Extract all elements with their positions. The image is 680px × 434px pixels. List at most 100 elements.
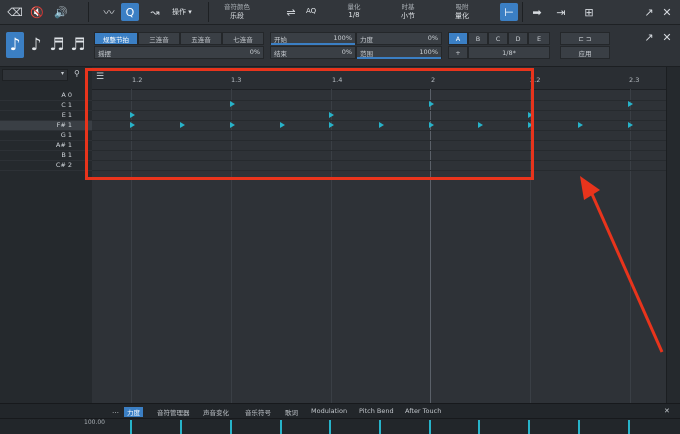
tab-pitch-bend[interactable]: Pitch Bend xyxy=(356,407,397,417)
key-row[interactable]: E 1 xyxy=(0,111,92,121)
tab-note-manager[interactable]: 音符管理器 xyxy=(154,407,193,417)
close-icon[interactable]: ✕ xyxy=(664,407,670,415)
preset-c-button[interactable]: C xyxy=(488,32,508,45)
note-color-select[interactable]: 乐段 xyxy=(216,11,258,21)
midi-note[interactable] xyxy=(429,122,434,128)
type-triplet-button[interactable]: 三连音 xyxy=(138,32,180,45)
velocity-bar[interactable] xyxy=(628,420,630,434)
midi-note[interactable] xyxy=(628,101,633,107)
type-quintuplet-button[interactable]: 五连音 xyxy=(180,32,222,45)
velocity-bar[interactable] xyxy=(429,420,431,434)
timebase-select[interactable]: 小节 xyxy=(393,11,423,21)
add-preset-button[interactable]: + xyxy=(448,46,468,59)
tab-sound-variation[interactable]: 声音变化 xyxy=(200,407,232,417)
key-row[interactable]: F# 1 xyxy=(0,121,92,131)
ruler-tick: 2.3 xyxy=(629,76,640,84)
tab-after-touch[interactable]: After Touch xyxy=(402,407,444,417)
note-sixteenth-icon[interactable]: ♬ xyxy=(48,32,66,58)
tab-music-symbol[interactable]: 音乐符号 xyxy=(242,407,274,417)
preset-b-button[interactable]: B xyxy=(468,32,488,45)
waveform-icon[interactable]: 〰 xyxy=(99,3,119,21)
grid-line xyxy=(131,89,132,403)
preset-d-button[interactable]: D xyxy=(508,32,528,45)
velocity-bar[interactable] xyxy=(329,420,331,434)
bend-icon[interactable]: ↝ xyxy=(146,3,164,21)
key-row[interactable]: C 1 xyxy=(0,101,92,111)
midi-note[interactable] xyxy=(329,112,334,118)
key-row[interactable]: G 1 xyxy=(0,131,92,141)
more-icon[interactable]: … xyxy=(112,407,119,415)
vertical-scrollbar[interactable] xyxy=(666,67,680,403)
midi-note[interactable] xyxy=(429,101,434,107)
grid-line xyxy=(430,89,431,403)
midi-note[interactable] xyxy=(478,122,483,128)
key-row[interactable]: B 1 xyxy=(0,151,92,161)
midi-note[interactable] xyxy=(230,122,235,128)
list-icon[interactable]: ☰ xyxy=(96,72,104,82)
key-row[interactable]: C# 2 xyxy=(0,161,92,171)
preset-a-button[interactable]: A xyxy=(448,32,468,45)
aq-button[interactable]: AQ xyxy=(306,7,316,15)
mute-icon[interactable]: 🔇 xyxy=(28,3,46,21)
key-row[interactable]: A 0 xyxy=(0,91,92,101)
range-slider[interactable]: 范围 100% xyxy=(356,46,442,59)
quantize-select[interactable]: 1/8 xyxy=(340,11,368,19)
expand-icon[interactable]: ↗ xyxy=(640,28,658,46)
search-icon[interactable]: ⚲ xyxy=(74,69,80,78)
midi-note[interactable] xyxy=(528,112,533,118)
note-quarter-icon[interactable]: ♪ xyxy=(6,32,24,58)
midi-note[interactable] xyxy=(329,122,334,128)
type-straight-button[interactable]: 规整节拍 xyxy=(94,32,138,45)
velocity-bar[interactable] xyxy=(578,420,580,434)
type-septuplet-button[interactable]: 七连音 xyxy=(222,32,264,45)
midi-note[interactable] xyxy=(578,122,583,128)
tab-modulation[interactable]: Modulation xyxy=(308,407,350,417)
start-slider[interactable]: 开始 100% xyxy=(270,32,356,45)
velocity-bar[interactable] xyxy=(130,420,132,434)
snap-toggle-icon[interactable]: ⊢ xyxy=(500,3,518,21)
midi-note[interactable] xyxy=(130,112,135,118)
velocity-bar[interactable] xyxy=(180,420,182,434)
grid-value-select[interactable]: 1/8* xyxy=(468,46,550,59)
eraser-icon[interactable]: ⌫ xyxy=(6,3,24,21)
note-eighth-icon[interactable]: ♪ xyxy=(27,32,45,58)
midi-note[interactable] xyxy=(180,122,185,128)
tab-velocity[interactable]: 力度 xyxy=(124,407,143,417)
snap-select[interactable]: 量化 xyxy=(447,11,477,21)
velocity-bar[interactable] xyxy=(528,420,530,434)
aq-icon[interactable]: ⇌ xyxy=(282,3,300,21)
swing-slider[interactable]: 摇摆 0% xyxy=(94,46,264,59)
end-slider[interactable]: 结束 0% xyxy=(270,46,356,59)
note-thirtysecond-icon[interactable]: ♬ xyxy=(69,32,87,58)
midi-note[interactable] xyxy=(528,122,533,128)
strength-slider[interactable]: 力度 0% xyxy=(356,32,442,45)
midi-note[interactable] xyxy=(379,122,384,128)
expand-icon[interactable]: ↗ xyxy=(640,3,658,21)
speaker-icon[interactable]: 🔊 xyxy=(52,3,70,21)
timeline-ruler[interactable]: ☰ 1.2 1.3 1.4 2 2.2 2.3 xyxy=(92,67,666,90)
apply-button[interactable]: 应用 xyxy=(560,46,610,59)
midi-note[interactable] xyxy=(628,122,633,128)
split-icon[interactable]: ⇥ xyxy=(552,3,570,21)
instrument-select[interactable]: ▾ xyxy=(2,69,68,81)
link-icon[interactable]: ⊏ ⊐ xyxy=(560,32,610,45)
velocity-bar[interactable] xyxy=(230,420,232,434)
controller-value: 100.00 xyxy=(84,419,105,426)
key-row[interactable]: A# 1 xyxy=(0,141,92,151)
tab-lyrics[interactable]: 歌词 xyxy=(282,407,301,417)
grid-line xyxy=(331,89,332,403)
action-menu[interactable]: 操作 ▾ xyxy=(172,7,192,17)
midi-note[interactable] xyxy=(230,101,235,107)
preset-e-button[interactable]: E xyxy=(528,32,550,45)
close-icon[interactable]: ✕ xyxy=(658,28,676,46)
grid-icon[interactable]: ⊞ xyxy=(580,3,598,21)
ruler-tick: 1.2 xyxy=(132,76,143,84)
velocity-bar[interactable] xyxy=(379,420,381,434)
velocity-bar[interactable] xyxy=(478,420,480,434)
close-icon[interactable]: ✕ xyxy=(658,3,676,21)
midi-note[interactable] xyxy=(130,122,135,128)
midi-note[interactable] xyxy=(280,122,285,128)
quantize-icon[interactable]: Q xyxy=(121,3,139,21)
arrow-right-icon[interactable]: ➡ xyxy=(528,3,546,21)
velocity-bar[interactable] xyxy=(280,420,282,434)
